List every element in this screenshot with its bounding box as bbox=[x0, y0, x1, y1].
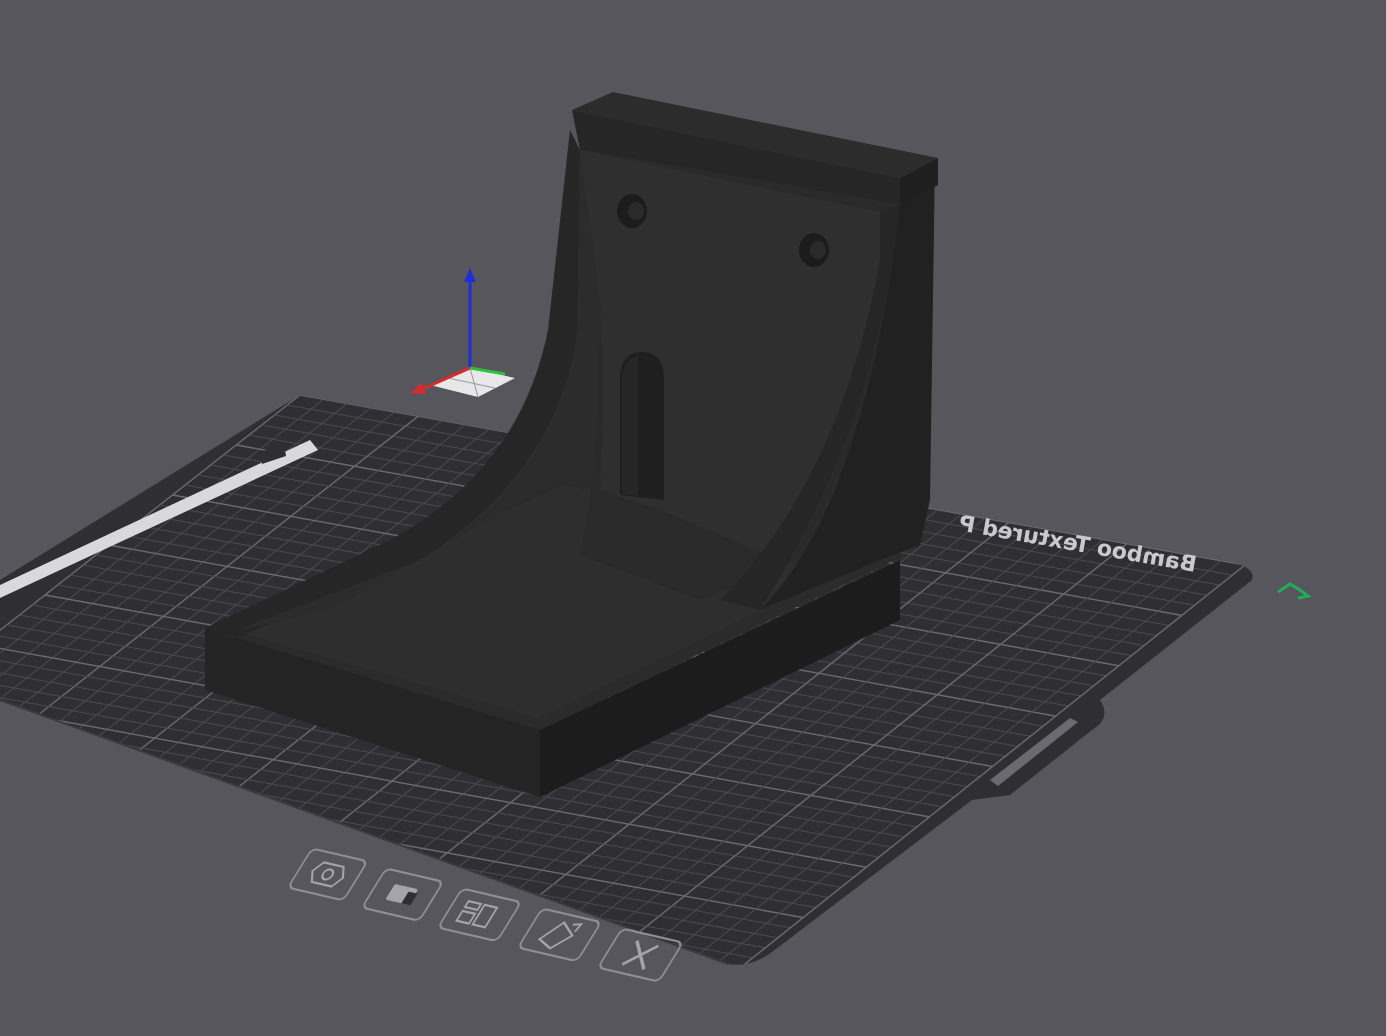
auto-orient-button[interactable] bbox=[518, 908, 601, 962]
plate-settings-icon bbox=[310, 861, 345, 888]
3d-viewport[interactable]: Bamboo Textured P bbox=[0, 0, 1386, 1032]
plate-lock-button[interactable] bbox=[362, 868, 443, 921]
plate-lock-icon bbox=[386, 884, 418, 906]
delete-plate-icon bbox=[622, 940, 659, 971]
arrange-button[interactable] bbox=[438, 888, 521, 942]
plate-origin-marker bbox=[1277, 582, 1312, 600]
axis-gizmo bbox=[410, 268, 515, 398]
plate-settings-button[interactable] bbox=[288, 848, 368, 901]
screw-hole-right bbox=[799, 233, 829, 267]
auto-orient-icon bbox=[537, 921, 584, 950]
arrange-icon bbox=[454, 899, 499, 929]
screw-hole-left bbox=[617, 194, 647, 228]
